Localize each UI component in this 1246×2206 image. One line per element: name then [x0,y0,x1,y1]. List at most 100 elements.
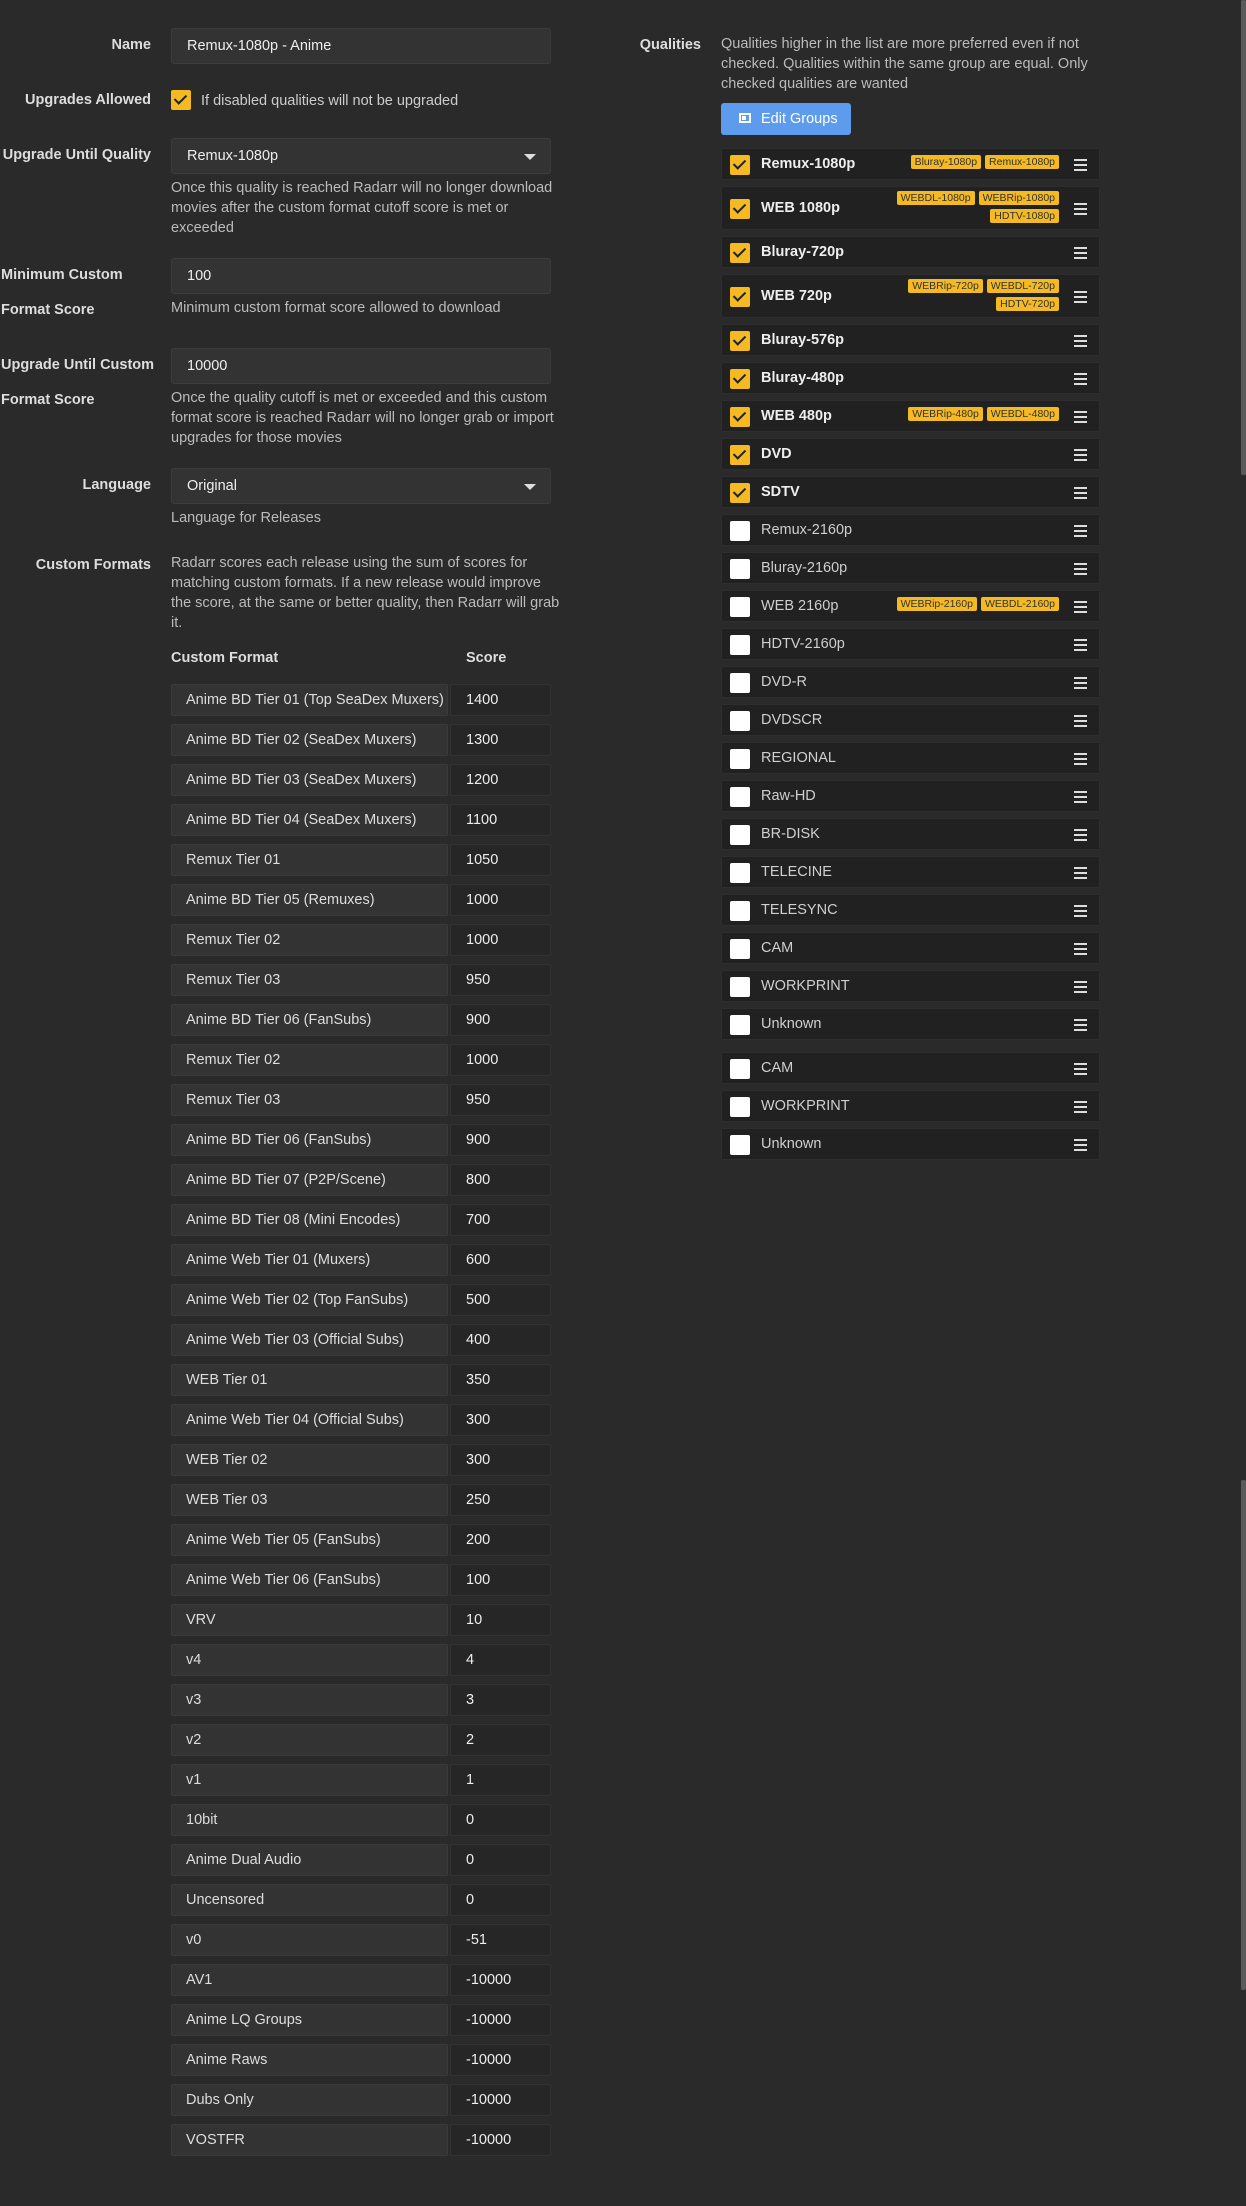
custom-format-score-input[interactable]: 350 [450,1364,551,1396]
quality-item[interactable]: WEB 2160p WEBRip-2160p WEBDL-2160p [721,590,1100,622]
quality-checkbox[interactable] [730,155,750,175]
custom-format-score-input[interactable]: 1050 [450,844,551,876]
custom-format-score-input[interactable]: 300 [450,1444,551,1476]
quality-item[interactable]: Bluray-480p [721,362,1100,394]
quality-item[interactable]: Remux-2160p [721,514,1100,546]
quality-item[interactable]: DVD [721,438,1100,470]
custom-format-score-input[interactable]: 200 [450,1524,551,1556]
quality-checkbox[interactable] [730,787,750,807]
drag-handle-icon[interactable] [1074,715,1087,727]
custom-format-score-input[interactable]: 1100 [450,804,551,836]
drag-handle-icon[interactable] [1074,563,1087,575]
custom-format-score-input[interactable]: 3 [450,1684,551,1716]
drag-handle-icon[interactable] [1074,677,1087,689]
quality-checkbox[interactable] [730,749,750,769]
quality-item[interactable]: TELESYNC [721,894,1100,926]
quality-checkbox[interactable] [730,521,750,541]
custom-format-score-input[interactable]: 2 [450,1724,551,1756]
custom-format-score-input[interactable]: 4 [450,1644,551,1676]
quality-checkbox[interactable] [730,901,750,921]
drag-handle-icon[interactable] [1074,867,1087,879]
quality-item[interactable]: REGIONAL [721,742,1100,774]
custom-format-score-input[interactable]: 1000 [450,884,551,916]
custom-format-score-input[interactable]: 900 [450,1004,551,1036]
drag-handle-icon[interactable] [1074,1019,1087,1031]
quality-item[interactable]: WEB 720p WEBRip-720p WEBDL-720p HDTV-720p [721,274,1100,318]
custom-format-score-input[interactable]: 1300 [450,724,551,756]
quality-checkbox[interactable] [730,199,750,219]
custom-format-score-input[interactable]: 900 [450,1124,551,1156]
quality-item[interactable]: Bluray-2160p [721,552,1100,584]
custom-format-score-input[interactable]: 0 [450,1884,551,1916]
quality-checkbox[interactable] [730,1059,750,1079]
name-input[interactable]: Remux-1080p - Anime [171,28,551,64]
quality-checkbox[interactable] [730,939,750,959]
scrollbar-thumb-lower[interactable] [1241,1480,1246,1990]
drag-handle-icon[interactable] [1074,943,1087,955]
quality-checkbox[interactable] [730,673,750,693]
custom-format-score-input[interactable]: 1000 [450,1044,551,1076]
drag-handle-icon[interactable] [1074,247,1087,259]
quality-checkbox[interactable] [730,1135,750,1155]
custom-format-score-input[interactable]: 250 [450,1484,551,1516]
drag-handle-icon[interactable] [1074,829,1087,841]
custom-format-score-input[interactable]: -10000 [450,2084,551,2116]
quality-item[interactable]: Raw-HD [721,780,1100,812]
quality-checkbox[interactable] [730,559,750,579]
quality-checkbox[interactable] [730,287,750,307]
quality-checkbox[interactable] [730,825,750,845]
custom-format-score-input[interactable]: 400 [450,1324,551,1356]
drag-handle-icon[interactable] [1074,373,1087,385]
quality-item[interactable]: DVDSCR [721,704,1100,736]
custom-format-score-input[interactable]: 1000 [450,924,551,956]
drag-handle-icon[interactable] [1074,203,1087,215]
custom-format-score-input[interactable]: 300 [450,1404,551,1436]
quality-item[interactable]: WEB 480p WEBRip-480p WEBDL-480p [721,400,1100,432]
quality-item[interactable]: HDTV-2160p [721,628,1100,660]
drag-handle-icon[interactable] [1074,905,1087,917]
drag-handle-icon[interactable] [1074,1063,1087,1075]
quality-checkbox[interactable] [730,483,750,503]
drag-handle-icon[interactable] [1074,411,1087,423]
custom-format-score-input[interactable]: 1200 [450,764,551,796]
quality-checkbox[interactable] [730,331,750,351]
quality-item[interactable]: DVD-R [721,666,1100,698]
quality-checkbox[interactable] [730,407,750,427]
edit-groups-button[interactable]: Edit Groups [721,103,851,135]
custom-format-score-input[interactable]: 10 [450,1604,551,1636]
quality-item[interactable]: CAM [721,932,1100,964]
scrollbar-thumb[interactable] [1241,0,1246,475]
drag-handle-icon[interactable] [1074,487,1087,499]
upgrade-until-score-input[interactable]: 10000 [171,348,551,384]
drag-handle-icon[interactable] [1074,291,1087,303]
custom-format-score-input[interactable]: 100 [450,1564,551,1596]
custom-format-score-input[interactable]: -51 [450,1924,551,1956]
custom-format-score-input[interactable]: -10000 [450,1964,551,1996]
custom-format-score-input[interactable]: 500 [450,1284,551,1316]
drag-handle-icon[interactable] [1074,449,1087,461]
drag-handle-icon[interactable] [1074,639,1087,651]
custom-format-score-input[interactable]: 0 [450,1844,551,1876]
quality-checkbox[interactable] [730,863,750,883]
drag-handle-icon[interactable] [1074,753,1087,765]
drag-handle-icon[interactable] [1074,1101,1087,1113]
quality-item[interactable]: WORKPRINT [721,1090,1100,1122]
drag-handle-icon[interactable] [1074,1139,1087,1151]
quality-item[interactable]: SDTV [721,476,1100,508]
drag-handle-icon[interactable] [1074,525,1087,537]
quality-checkbox[interactable] [730,597,750,617]
language-select[interactable]: Original [171,468,551,504]
quality-checkbox[interactable] [730,635,750,655]
custom-format-score-input[interactable]: -10000 [450,2124,551,2156]
upgrades-allowed-checkbox[interactable] [171,90,191,110]
quality-item[interactable]: Unknown [721,1008,1100,1040]
quality-item[interactable]: WEB 1080p WEBDL-1080p WEBRip-1080p HDTV-108… [721,186,1100,230]
custom-format-score-input[interactable]: 950 [450,964,551,996]
custom-format-score-input[interactable]: 950 [450,1084,551,1116]
drag-handle-icon[interactable] [1074,601,1087,613]
quality-item[interactable]: Remux-1080p Bluray-1080p Remux-1080p [721,148,1100,180]
quality-checkbox[interactable] [730,1015,750,1035]
quality-checkbox[interactable] [730,369,750,389]
custom-format-score-input[interactable]: 1 [450,1764,551,1796]
custom-format-score-input[interactable]: -10000 [450,2004,551,2036]
